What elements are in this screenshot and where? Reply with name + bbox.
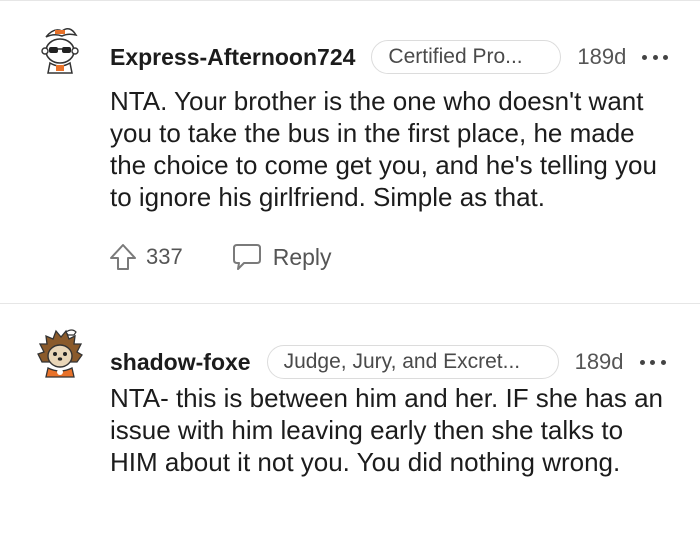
comment: Express-Afternoon724 Certified Pro... 18… (0, 1, 700, 303)
username-link[interactable]: shadow-foxe (110, 349, 251, 376)
upvote-count: 337 (146, 244, 183, 269)
avatar[interactable] (32, 21, 88, 77)
comment-body: NTA- this is between him and her. IF she… (110, 383, 664, 477)
username-link[interactable]: Express-Afternoon724 (110, 44, 355, 71)
upvote-arrow-icon[interactable] (108, 242, 138, 272)
comment-meta: shadow-foxe Judge, Jury, and Excret... 1… (110, 342, 676, 382)
comment-meta: Express-Afternoon724 Certified Pro... 18… (110, 37, 676, 77)
comment-actions: 337 Reply (108, 239, 332, 275)
more-options-icon[interactable] (642, 47, 669, 67)
reply-button[interactable]: Reply (231, 242, 332, 272)
user-flair: Judge, Jury, and Excret... (266, 345, 559, 379)
comment-body: NTA. Your brother is the one who doesn't… (110, 86, 657, 212)
more-options-icon[interactable] (639, 352, 666, 372)
reply-label: Reply (272, 243, 332, 270)
comment-age: 189d (574, 349, 624, 374)
comment: shadow-foxe Judge, Jury, and Excret... 1… (0, 304, 700, 528)
upvote-button[interactable]: 337 (108, 242, 183, 272)
speech-bubble-icon (232, 244, 261, 270)
avatar[interactable] (32, 324, 88, 380)
comment-age: 189d (577, 44, 627, 69)
user-flair: Certified Pro... (371, 40, 562, 74)
